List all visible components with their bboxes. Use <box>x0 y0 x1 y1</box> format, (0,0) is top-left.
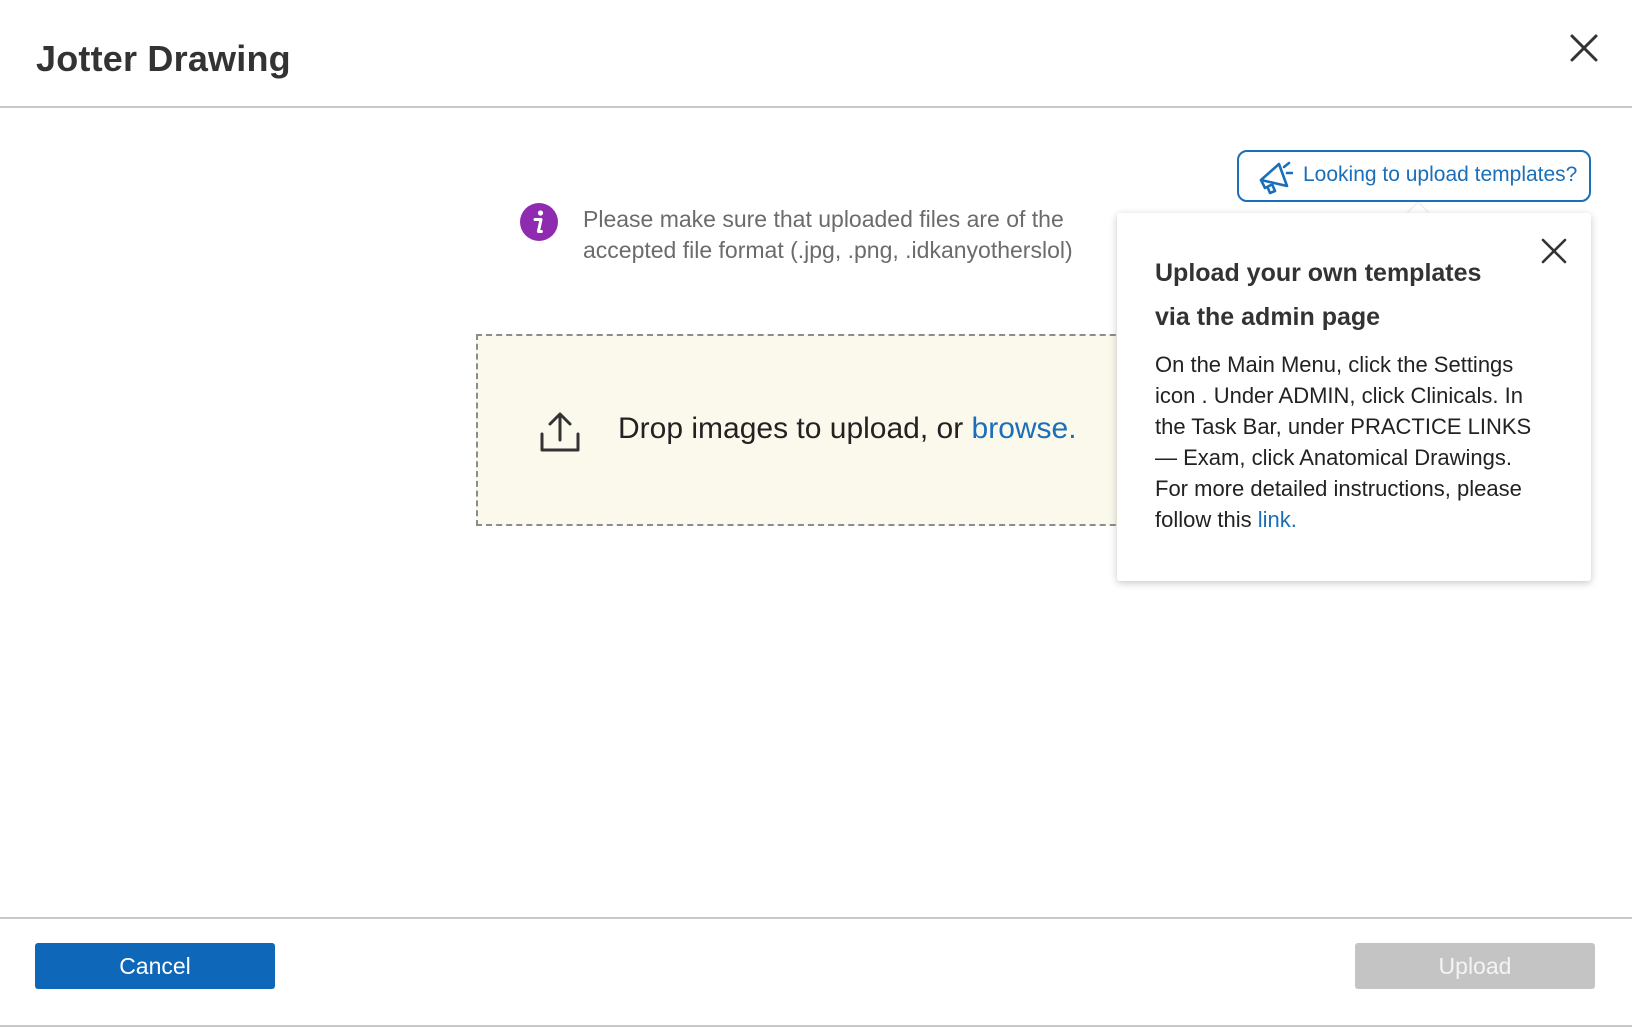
instructions-link[interactable]: link. <box>1258 507 1297 532</box>
instructions-line-4: — Exam, click Anatomical Drawings. <box>1155 445 1512 470</box>
upload-templates-label: Looking to upload templates? <box>1303 163 1578 186</box>
dialog-header: Jotter Drawing <box>0 0 1632 108</box>
popover-title: Upload your own templates via the admin … <box>1155 251 1535 339</box>
instructions-line-2: icon . Under ADMIN, click Clinicals. In <box>1155 383 1523 408</box>
upload-icon <box>538 410 582 454</box>
browse-link[interactable]: browse. <box>972 412 1077 445</box>
close-icon <box>1541 238 1567 264</box>
notice-line-2: accepted file format (.jpg, .png, .idkan… <box>583 237 1073 263</box>
popover-close-button[interactable] <box>1540 237 1568 265</box>
dialog-title: Jotter Drawing <box>36 38 291 79</box>
instructions-line-6: follow this link. <box>1155 504 1565 535</box>
popover-title-line-1: Upload your own templates <box>1155 259 1482 287</box>
templates-popover: Upload your own templates via the admin … <box>1117 213 1591 581</box>
notice-line-1: Please make sure that uploaded files are… <box>583 206 1064 232</box>
dropzone-text: Drop images to upload, or <box>618 412 972 445</box>
jotter-drawing-dialog: Jotter Drawing Please make sure that upl… <box>0 0 1632 1027</box>
cancel-button[interactable]: Cancel <box>35 943 275 989</box>
megaphone-icon <box>1257 158 1294 196</box>
upload-button[interactable]: Upload <box>1355 943 1595 989</box>
dialog-footer: Cancel Upload <box>0 917 1632 1027</box>
file-format-notice: Please make sure that uploaded files are… <box>583 204 1103 266</box>
info-icon <box>520 203 558 241</box>
close-icon <box>1570 34 1598 62</box>
upload-templates-button[interactable]: Looking to upload templates? <box>1237 150 1591 202</box>
dropzone-label: Drop images to upload, or browse. <box>618 412 1077 446</box>
instructions-line-3: the Task Bar, under PRACTICE LINKS <box>1155 414 1532 439</box>
instructions-line-5: For more detailed instructions, please <box>1155 476 1522 501</box>
popover-instructions: On the Main Menu, click the Settings ico… <box>1155 349 1565 535</box>
close-dialog-button[interactable] <box>1568 32 1600 64</box>
instructions-line-1: On the Main Menu, click the Settings <box>1155 352 1514 377</box>
popover-title-line-2: via the admin page <box>1155 303 1381 331</box>
image-dropzone[interactable]: Drop images to upload, or browse. <box>476 334 1156 526</box>
instructions-line-6-text: follow this <box>1155 507 1258 532</box>
